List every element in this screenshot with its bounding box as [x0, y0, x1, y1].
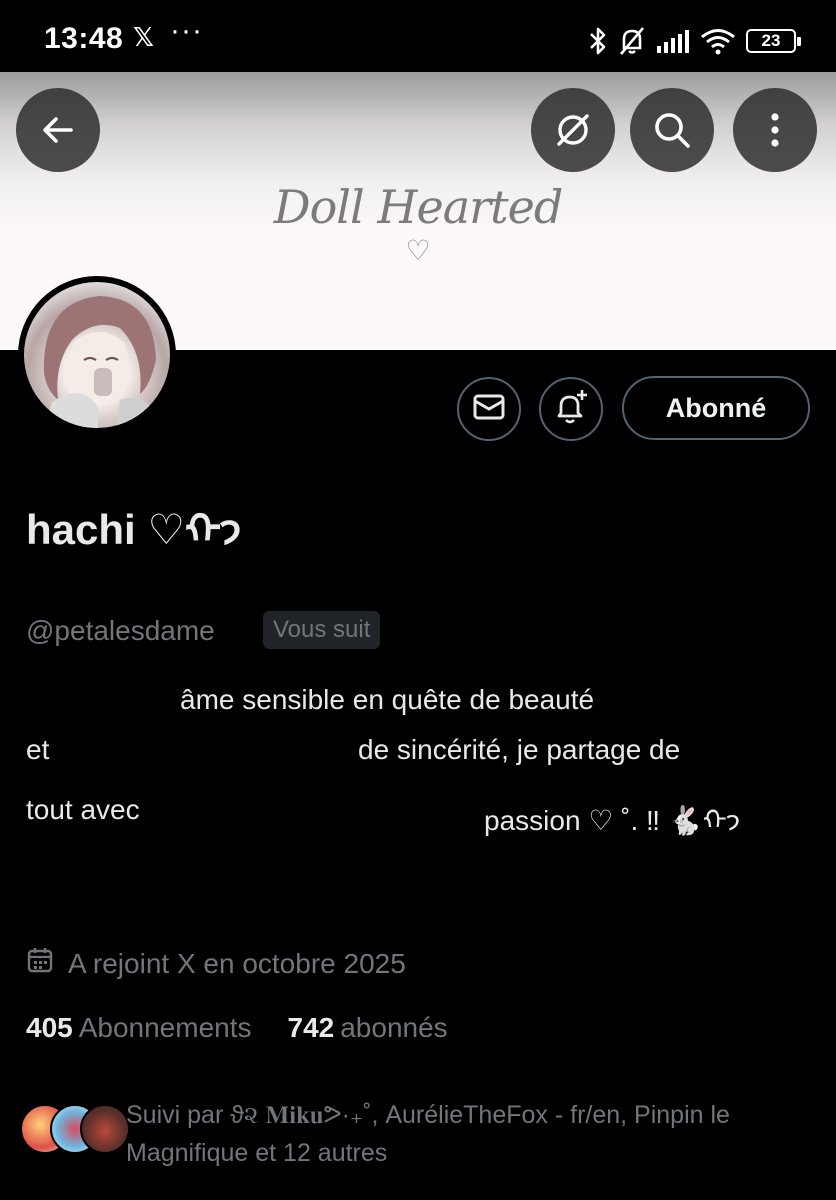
- mute-bell-icon: [618, 26, 646, 56]
- more-vertical-icon: [769, 110, 781, 150]
- back-arrow-icon: [38, 110, 78, 150]
- grok-icon: [552, 109, 594, 151]
- wifi-icon: [700, 27, 736, 55]
- more-options-button[interactable]: [733, 88, 817, 172]
- bio-line-1: âme sensible en quête de beauté: [180, 684, 595, 715]
- banner-title: Doll Hearted: [273, 180, 564, 234]
- avatar-image: [24, 282, 170, 428]
- search-icon: [651, 109, 693, 151]
- following-count: 405: [26, 1012, 73, 1043]
- username-handle: @petalesdame: [26, 615, 215, 646]
- follow-stats: 405 Abonnements 742 abonnés: [26, 1012, 448, 1044]
- status-icons: 23: [588, 24, 801, 58]
- bio-line-3a: tout avec: [26, 794, 140, 825]
- followers-count: 742: [287, 1012, 335, 1043]
- bio-line-2a: et: [26, 734, 50, 765]
- following-link[interactable]: 405 Abonnements: [26, 1012, 252, 1044]
- grok-button[interactable]: [531, 88, 615, 172]
- status-bar: 13:48 𝕏 ··· 23: [0, 0, 836, 72]
- search-button[interactable]: [630, 88, 714, 172]
- followed-by-text[interactable]: Suivi par ϑ૨ 𝐌𝐢𝐤𝐮ᕗ·₊˚, AurélieTheFox - f…: [126, 1096, 806, 1172]
- follower-avatar: [80, 1104, 130, 1154]
- bio-line-2b: de sincérité, je partage de: [358, 734, 681, 765]
- signal-icon: [656, 28, 690, 54]
- display-name: hachi ♡ᡣ𐭩: [26, 506, 242, 553]
- x-logo-icon: 𝕏: [133, 22, 154, 52]
- followers-label: abonnés: [340, 1012, 448, 1043]
- more-notifications-icon: ···: [170, 14, 203, 47]
- notifications-button[interactable]: [539, 377, 603, 441]
- banner-heart: ♡: [405, 235, 431, 266]
- join-date-text: A rejoint X en octobre 2025: [68, 947, 406, 979]
- following-button[interactable]: Abonné: [622, 376, 810, 440]
- battery-icon: 23: [746, 29, 801, 53]
- message-button[interactable]: [457, 377, 521, 441]
- calendar-icon: [26, 946, 54, 981]
- status-time: 13:48: [44, 22, 124, 55]
- envelope-icon: [472, 392, 506, 427]
- back-button[interactable]: [16, 88, 100, 172]
- bell-plus-icon: [551, 387, 591, 432]
- following-label: Abonnements: [78, 1012, 252, 1043]
- followers-link[interactable]: 742 abonnés: [288, 1012, 448, 1044]
- bluetooth-icon: [588, 26, 608, 56]
- avatar[interactable]: [18, 276, 176, 434]
- followed-by-avatars[interactable]: [20, 1104, 130, 1156]
- bio-line-3b: passion ♡ ˚. ‼ 🐇ᡣ𐭩: [484, 805, 741, 836]
- join-date: A rejoint X en octobre 2025: [26, 946, 406, 981]
- follows-you-badge: Vous suit: [263, 611, 381, 649]
